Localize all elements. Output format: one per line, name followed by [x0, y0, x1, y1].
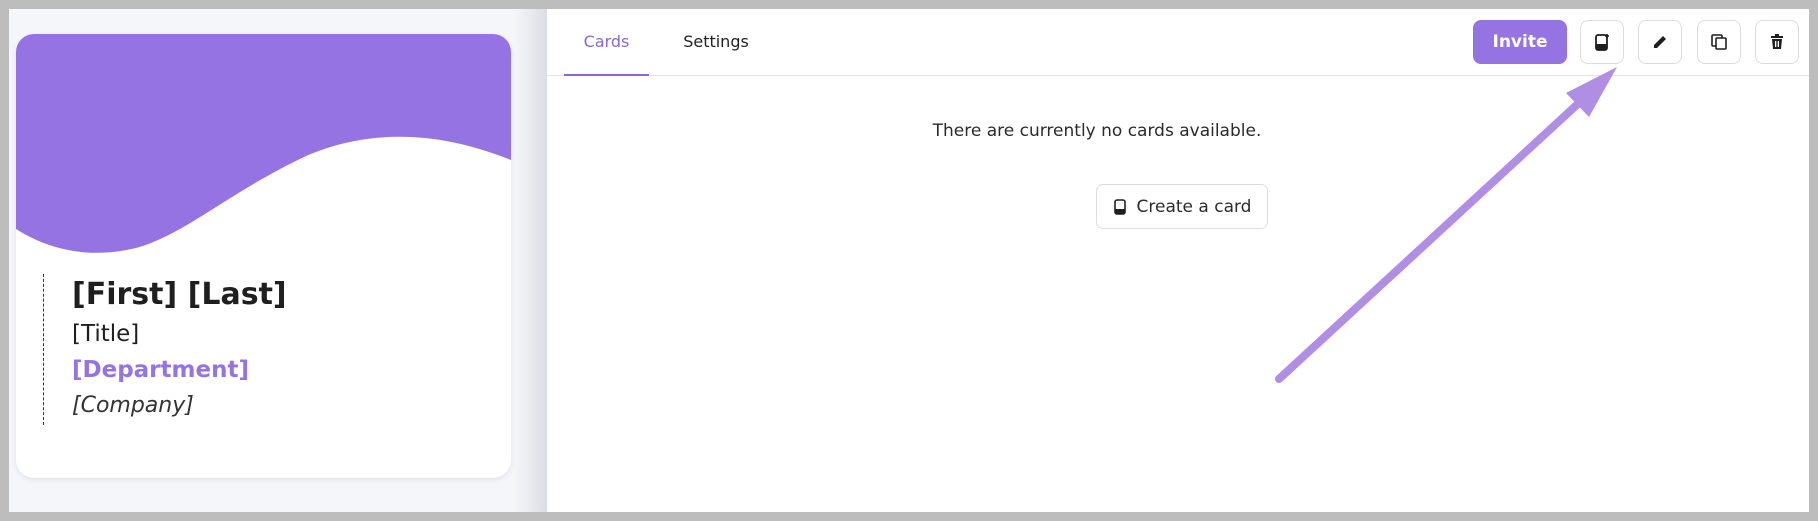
cards-main-panel: Cards Settings Invite There are currentl… — [547, 9, 1809, 512]
card-header-wave — [16, 34, 511, 253]
tab-settings[interactable]: Settings — [671, 9, 761, 76]
edit-button[interactable] — [1638, 20, 1682, 64]
copy-icon — [1711, 34, 1727, 50]
card-company: [Company] — [72, 393, 194, 418]
create-card-label: Create a card — [1136, 196, 1252, 217]
business-card-preview: [First] [Last] [Title] [Department] [Com… — [16, 34, 511, 478]
top-toolbar: Cards Settings Invite — [547, 9, 1809, 76]
card-job-title: [Title] — [72, 321, 140, 347]
card-preview-panel: [First] [Last] [Title] [Department] [Com… — [9, 9, 547, 512]
app-frame: [First] [Last] [Title] [Department] [Com… — [9, 9, 1809, 512]
create-card-button[interactable]: Create a card — [1096, 184, 1268, 229]
empty-state-message: There are currently no cards available. — [932, 121, 1262, 141]
card-department: [Department] — [72, 357, 249, 383]
pencil-icon — [1654, 36, 1666, 48]
duplicate-button[interactable] — [1697, 20, 1741, 64]
add-to-phone-button[interactable] — [1580, 20, 1624, 64]
card-full-name: [First] [Last] — [72, 277, 287, 312]
phone-add-icon — [1595, 34, 1609, 51]
tab-cards[interactable]: Cards — [564, 9, 649, 76]
trash-icon — [1771, 34, 1783, 49]
card-details: [First] [Last] [Title] [Department] [Com… — [43, 274, 287, 425]
phone-icon — [1113, 198, 1126, 215]
panel-divider-shadow — [514, 9, 547, 512]
delete-button[interactable] — [1755, 20, 1799, 64]
invite-button[interactable]: Invite — [1473, 20, 1567, 64]
